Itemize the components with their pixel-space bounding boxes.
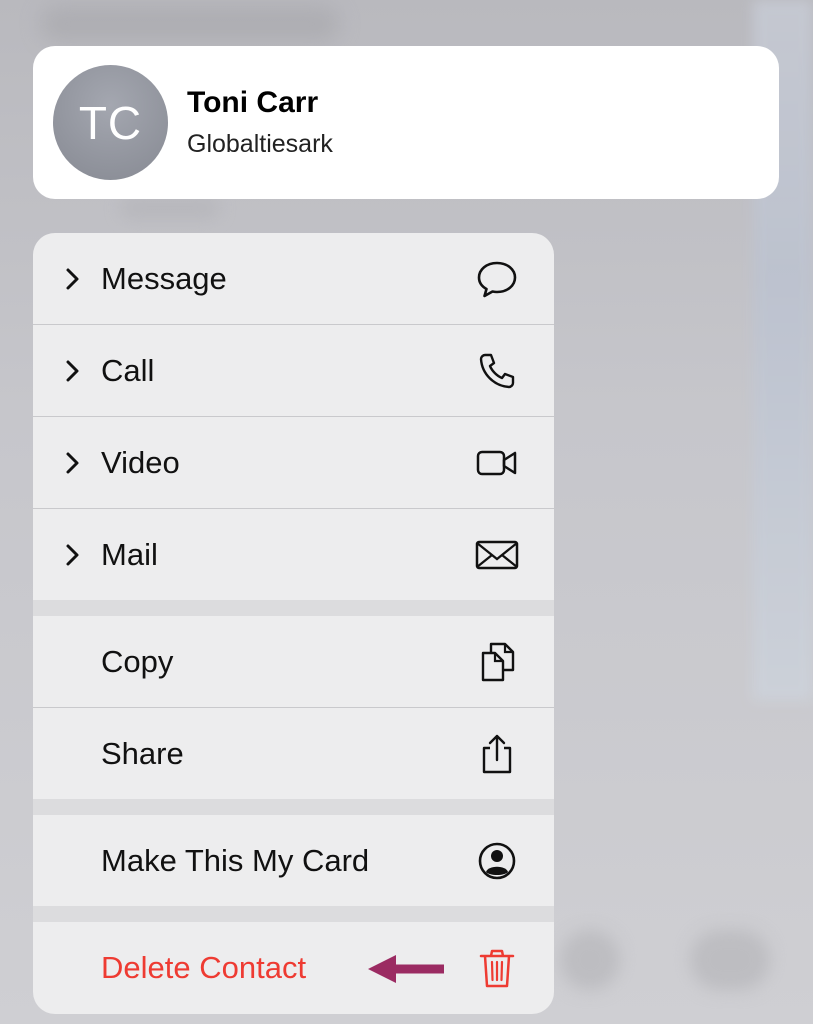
phone-icon bbox=[475, 349, 519, 393]
section-gap bbox=[33, 906, 554, 922]
section-gap bbox=[33, 600, 554, 616]
envelope-icon bbox=[475, 533, 519, 577]
menu-item-label: Share bbox=[101, 735, 184, 771]
background-blur bbox=[690, 930, 770, 990]
menu-item-mail[interactable]: Mail bbox=[33, 509, 554, 600]
menu-item-make-my-card[interactable]: Make This My Card bbox=[33, 815, 554, 906]
context-menu: Message Call Video Mail Copy Share Make … bbox=[33, 233, 554, 1014]
chevron-right-icon bbox=[66, 452, 79, 473]
menu-item-label: Copy bbox=[101, 643, 174, 679]
menu-item-call[interactable]: Call bbox=[33, 325, 554, 416]
contact-name: Toni Carr bbox=[187, 86, 319, 119]
background-blur bbox=[40, 6, 340, 42]
menu-item-video[interactable]: Video bbox=[33, 417, 554, 508]
menu-item-share[interactable]: Share bbox=[33, 708, 554, 799]
video-camera-icon bbox=[475, 441, 519, 485]
contact-preview-card[interactable]: TC Toni Carr Globaltiesark bbox=[33, 46, 779, 199]
menu-item-message[interactable]: Message bbox=[33, 233, 554, 324]
menu-item-label: Mail bbox=[101, 536, 158, 572]
person-circle-icon bbox=[475, 839, 519, 883]
menu-item-label: Make This My Card bbox=[101, 842, 370, 878]
avatar-initials: TC bbox=[78, 96, 143, 149]
chevron-right-icon bbox=[66, 360, 79, 381]
copy-documents-icon bbox=[475, 640, 519, 684]
chevron-right-icon bbox=[66, 268, 79, 289]
menu-item-copy[interactable]: Copy bbox=[33, 616, 554, 707]
arrow-left-icon bbox=[368, 955, 444, 983]
background-blur bbox=[120, 196, 220, 220]
menu-item-label: Delete Contact bbox=[101, 949, 307, 985]
menu-item-delete-contact[interactable]: Delete Contact bbox=[33, 922, 554, 1013]
share-icon bbox=[475, 732, 519, 776]
avatar: TC bbox=[53, 65, 168, 180]
menu-item-label: Call bbox=[101, 352, 155, 388]
background-blur bbox=[560, 930, 620, 990]
speech-bubble-icon bbox=[475, 257, 519, 301]
trash-icon bbox=[475, 946, 519, 990]
menu-item-label: Video bbox=[101, 444, 180, 480]
chevron-right-icon bbox=[66, 544, 79, 565]
section-gap bbox=[33, 799, 554, 815]
menu-item-label: Message bbox=[101, 260, 227, 296]
contact-subtitle: Globaltiesark bbox=[187, 130, 333, 158]
